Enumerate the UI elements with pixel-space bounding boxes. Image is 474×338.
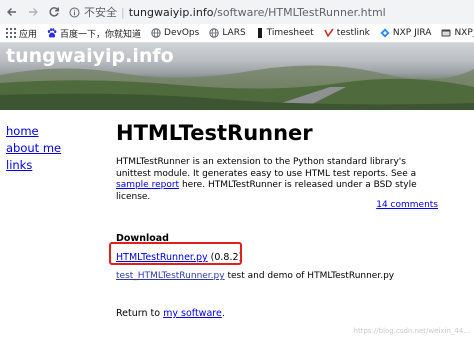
- url-host: tungwaiyip.info: [128, 5, 214, 19]
- intro-paragraph: HTMLTestRunner is an extension to the Py…: [116, 157, 432, 203]
- forward-arrow-icon: [29, 8, 38, 16]
- browser-toolbar: 不安全 | tungwaiyip.info/software/HTMLTestR…: [0, 0, 474, 24]
- watermark: https://blog.csdn.net/weixin_44...: [353, 327, 470, 335]
- bookmark-label: LARS: [222, 28, 246, 38]
- bookmark-devops[interactable]: DevOps: [151, 28, 199, 38]
- back-button[interactable]: [3, 3, 21, 21]
- main-content: HTMLTestRunner HTMLTestRunner is an exte…: [116, 118, 438, 319]
- my-software-link[interactable]: my software: [163, 308, 222, 319]
- nav-link-about-me[interactable]: about me: [6, 140, 61, 157]
- info-icon: [69, 7, 80, 17]
- url-path: /software/HTMLTestRunner.html: [213, 5, 386, 19]
- bookmark-nxp-jira[interactable]: NXP JIRA: [380, 28, 432, 38]
- bookmark-timesheet[interactable]: Timesheet: [256, 28, 314, 38]
- address-bar[interactable]: 不安全 | tungwaiyip.info/software/HTMLTestR…: [67, 3, 474, 21]
- jira-icon: [380, 28, 390, 38]
- timesheet-icon: [257, 28, 262, 38]
- page-title: HTMLTestRunner: [116, 121, 313, 145]
- bookmark-label: 应用: [19, 29, 38, 40]
- globe-icon: [151, 28, 161, 38]
- nav-link-links[interactable]: links: [6, 157, 61, 174]
- sample-report-link[interactable]: sample report: [116, 180, 179, 190]
- apps-grid-icon: [6, 28, 16, 38]
- folder-icon: [441, 29, 451, 37]
- bookmark-label: NXP JIRA: [392, 28, 432, 38]
- bookmark-testlink[interactable]: testlink: [323, 28, 370, 38]
- back-arrow-icon: [7, 8, 16, 16]
- side-navigation: home about me links: [6, 123, 61, 174]
- nav-link-home[interactable]: home: [6, 123, 61, 140]
- bookmark-nxp-pat[interactable]: NXP_PAT: [441, 28, 474, 38]
- test-download-row: test_HTMLTestRunner.py test and demo of …: [116, 271, 394, 281]
- site-banner: tungwaiyip.info: [0, 43, 474, 110]
- testlink-icon: [323, 28, 334, 38]
- bookmark-label: DevOps: [164, 28, 200, 38]
- globe-icon: [209, 28, 220, 38]
- reload-icon: [49, 7, 59, 17]
- address-separator: |: [121, 5, 125, 19]
- return-prefix: Return to: [116, 308, 164, 319]
- comments-link[interactable]: 14 comments: [376, 200, 438, 210]
- intro-text: HTMLTestRunner is an extension to the Py…: [116, 157, 417, 179]
- bookmarks-bar: 应用 百度一下，你就知道 DevOps LARS Timesheet testl…: [0, 24, 474, 43]
- bookmark-label: testlink: [336, 28, 370, 38]
- bookmark-apps[interactable]: 应用: [6, 27, 37, 40]
- security-label: 不安全: [84, 6, 117, 19]
- forward-button[interactable]: [24, 3, 42, 21]
- bookmark-label: Timesheet: [266, 28, 314, 38]
- return-suffix: .: [221, 308, 225, 319]
- baidu-paw-icon: [47, 28, 57, 38]
- bookmark-label: NXP_PAT: [454, 28, 474, 38]
- bookmark-label: 百度一下，你就知道: [60, 29, 142, 40]
- return-row: Return to my software.: [116, 308, 225, 319]
- reload-button[interactable]: [45, 3, 63, 21]
- bookmark-lars[interactable]: LARS: [209, 28, 246, 38]
- test-description: test and demo of HTMLTestRunner.py: [224, 271, 395, 281]
- site-name[interactable]: tungwaiyip.info: [6, 45, 174, 67]
- highlight-annotation-box: [109, 242, 242, 265]
- bookmark-baidu[interactable]: 百度一下，你就知道: [47, 27, 141, 40]
- test-htmltestrunner-link[interactable]: test_HTMLTestRunner.py: [116, 271, 225, 281]
